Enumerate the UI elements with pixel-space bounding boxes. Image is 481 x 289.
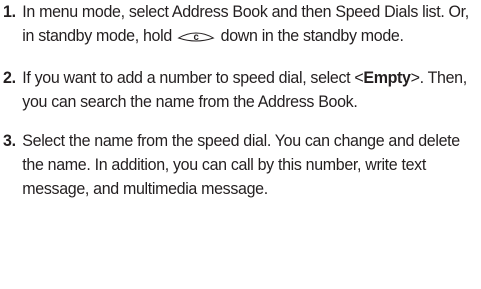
- step-number: 1.: [3, 2, 16, 21]
- step-text: If you want to add a number to speed dia…: [22, 68, 364, 87]
- manual-page: 1. In menu mode, select Address Book and…: [0, 0, 481, 289]
- step-text-continued: down in the standby mode.: [216, 26, 404, 45]
- steps-list: 1. In menu mode, select Address Book and…: [3, 0, 479, 201]
- step-1: 1. In menu mode, select Address Book and…: [3, 0, 476, 51]
- empty-option-label: Empty: [363, 68, 411, 87]
- step-number: 2.: [3, 68, 16, 87]
- step-number: 3.: [3, 131, 16, 150]
- step-3: 3. Select the name from the speed dial. …: [3, 129, 476, 201]
- clear-key-icon: c: [177, 27, 216, 51]
- step-text: Select the name from the speed dial. You…: [22, 131, 460, 198]
- step-2: 2. If you want to add a number to speed …: [3, 66, 476, 114]
- key-label: c: [194, 32, 200, 43]
